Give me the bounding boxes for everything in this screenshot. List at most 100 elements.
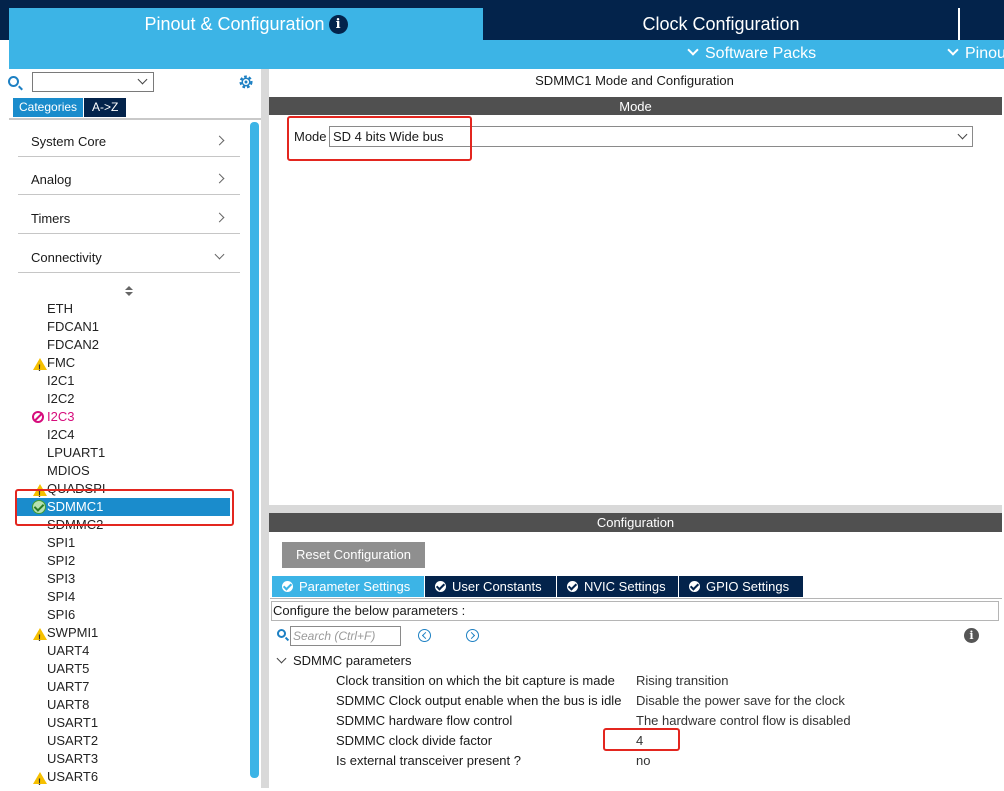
chevron-down-icon <box>947 44 959 56</box>
gear-icon[interactable] <box>237 73 255 91</box>
peripheral-usart6[interactable]: USART6 <box>31 768 231 791</box>
tab-label: NVIC Settings <box>584 579 666 594</box>
parameter-search-input[interactable]: Search (Ctrl+F) <box>290 626 401 646</box>
param-value[interactable]: no <box>636 753 650 768</box>
peripheral-swpmi1[interactable]: SWPMI1 <box>31 624 231 647</box>
group-sdmmc-parameters[interactable]: SDMMC parameters <box>276 653 411 668</box>
peripheral-eth[interactable]: ETH <box>31 300 231 318</box>
highlight-mode <box>287 116 472 161</box>
peripheral-label: UART4 <box>47 643 90 658</box>
peripheral-label: FMC <box>47 355 76 370</box>
peripheral-usart1[interactable]: USART1 <box>31 714 231 732</box>
chevron-down-icon <box>137 74 148 85</box>
warning-icon <box>33 358 47 377</box>
category-tabs: Categories A->Z <box>13 98 127 117</box>
tab-separator <box>958 8 960 40</box>
scrollbar[interactable] <box>250 122 259 778</box>
category-label: Connectivity <box>31 250 102 265</box>
peripheral-usart3[interactable]: USART3 <box>31 750 231 768</box>
tab-gpio-settings[interactable]: GPIO Settings <box>679 576 803 597</box>
peripheral-lpuart1[interactable]: LPUART1 <box>31 444 231 462</box>
peripheral-spi1[interactable]: SPI1 <box>31 534 231 552</box>
tab-a-to-z[interactable]: A->Z <box>84 98 127 117</box>
chevron-right-icon <box>214 173 225 184</box>
chevron-right-icon <box>214 212 225 223</box>
peripheral-mdios[interactable]: MDIOS <box>31 462 231 480</box>
chevron-right-icon <box>214 135 225 146</box>
search-icon <box>277 629 286 638</box>
sort-icon[interactable] <box>125 286 133 296</box>
peripheral-i2c1[interactable]: I2C1 <box>31 372 231 390</box>
peripheral-label: USART3 <box>47 751 99 766</box>
peripheral-usart2[interactable]: USART2 <box>31 732 231 750</box>
peripheral-spi4[interactable]: SPI4 <box>31 588 231 606</box>
param-value[interactable]: Disable the power save for the clock <box>636 693 845 708</box>
peripheral-i2c2[interactable]: I2C2 <box>31 390 231 408</box>
peripheral-uart8[interactable]: UART8 <box>31 696 231 714</box>
param-name: SDMMC hardware flow control <box>336 713 513 728</box>
sub-menu-bar: Software Packs Pinout <box>9 40 1004 69</box>
peripheral-i2c4[interactable]: I2C4 <box>31 426 231 444</box>
param-row[interactable]: SDMMC Clock output enable when the bus i… <box>336 693 996 713</box>
peripheral-label: USART1 <box>47 715 99 730</box>
check-circle-icon <box>282 581 293 592</box>
peripheral-label: I2C1 <box>47 373 75 388</box>
param-value[interactable]: Rising transition <box>636 673 729 688</box>
pinout-menu[interactable]: Pinout <box>947 44 1004 63</box>
peripheral-label: SPI1 <box>47 535 76 550</box>
search-icon <box>8 76 19 87</box>
software-packs-menu[interactable]: Software Packs <box>687 44 816 63</box>
tab-categories[interactable]: Categories <box>13 98 84 117</box>
warning-icon <box>33 628 47 647</box>
info-icon[interactable]: i <box>964 628 979 643</box>
check-circle-icon <box>435 581 446 592</box>
peripheral-label: I2C3 <box>47 409 75 424</box>
peripheral-spi3[interactable]: SPI3 <box>31 570 231 588</box>
peripheral-label: LPUART1 <box>47 445 106 460</box>
category-system-core[interactable]: System Core <box>18 119 240 157</box>
tab-parameter-settings[interactable]: Parameter Settings <box>272 576 424 597</box>
peripheral-label: MDIOS <box>47 463 90 478</box>
reset-configuration-button[interactable]: Reset Configuration <box>282 542 425 568</box>
param-name: Clock transition on which the bit captur… <box>336 673 615 688</box>
tab-label: User Constants <box>452 579 542 594</box>
highlight-sdmmc1 <box>15 489 234 526</box>
warning-icon <box>33 772 47 791</box>
previous-match-icon[interactable] <box>418 629 431 642</box>
peripheral-label: ETH <box>47 301 73 316</box>
info-icon[interactable]: i <box>328 15 348 34</box>
tab-clock-configuration[interactable]: Clock Configuration <box>485 8 957 40</box>
next-match-icon[interactable] <box>466 629 479 642</box>
peripheral-spi6[interactable]: SPI6 <box>31 606 231 624</box>
peripheral-uart7[interactable]: UART7 <box>31 678 231 696</box>
category-label: Timers <box>31 211 71 226</box>
category-analog[interactable]: Analog <box>18 157 240 195</box>
peripheral-fdcan2[interactable]: FDCAN2 <box>31 336 231 354</box>
peripheral-uart5[interactable]: UART5 <box>31 660 231 678</box>
mode-header: Mode <box>269 97 1002 116</box>
peripheral-uart4[interactable]: UART4 <box>31 642 231 660</box>
param-row[interactable]: Clock transition on which the bit captur… <box>336 673 996 693</box>
panel-divider[interactable] <box>261 69 269 788</box>
peripheral-spi2[interactable]: SPI2 <box>31 552 231 570</box>
check-circle-icon <box>567 581 578 592</box>
peripheral-label: USART2 <box>47 733 99 748</box>
tab-pinout-configuration[interactable]: Pinout & Configuration i <box>9 8 483 40</box>
search-combo[interactable] <box>32 72 154 92</box>
param-name: SDMMC Clock output enable when the bus i… <box>336 693 622 708</box>
peripheral-fdcan1[interactable]: FDCAN1 <box>31 318 231 336</box>
tab-user-constants[interactable]: User Constants <box>425 576 556 597</box>
check-circle-icon <box>689 581 700 592</box>
highlight-divide-factor <box>603 728 680 751</box>
splitter[interactable] <box>269 505 1002 513</box>
category-timers[interactable]: Timers <box>18 196 240 234</box>
category-connectivity[interactable]: Connectivity <box>18 235 240 273</box>
tab-nvic-settings[interactable]: NVIC Settings <box>557 576 678 597</box>
category-label: System Core <box>31 134 107 149</box>
peripheral-fmc[interactable]: FMC <box>31 354 231 377</box>
chevron-down-icon <box>957 129 968 140</box>
param-row[interactable]: Is external transceiver present ? no <box>336 753 996 773</box>
param-value[interactable]: The hardware control flow is disabled <box>636 713 851 728</box>
tab-label: GPIO Settings <box>706 579 790 594</box>
peripheral-i2c3[interactable]: I2C3 <box>31 408 231 426</box>
